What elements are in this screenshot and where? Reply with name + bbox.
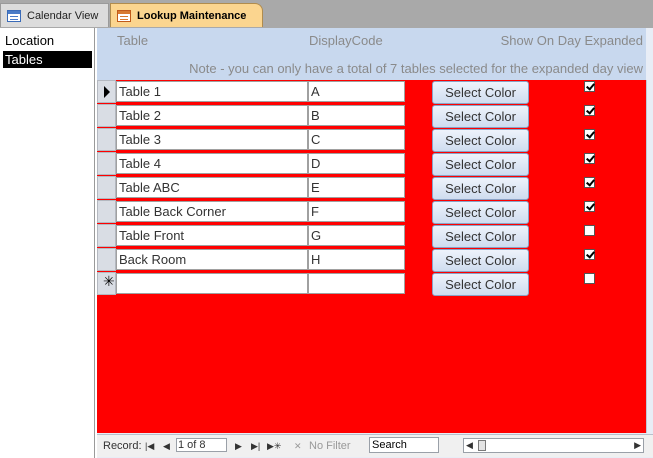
sidebar-item-tables[interactable]: Tables	[3, 51, 92, 68]
tab-label: Lookup Maintenance	[137, 9, 247, 22]
show-on-day-checkbox[interactable]	[584, 201, 595, 212]
show-on-day-checkbox[interactable]	[584, 177, 595, 188]
record-selector[interactable]	[97, 176, 116, 199]
table-name-field[interactable]: Table Back Corner	[116, 201, 308, 222]
last-record-icon[interactable]: ▶|	[251, 438, 260, 454]
record-selector[interactable]	[97, 80, 116, 103]
table-name-field[interactable]	[116, 273, 308, 294]
scroll-right-icon[interactable]: ▶	[634, 440, 641, 451]
record-selector[interactable]	[97, 200, 116, 223]
record-selector[interactable]: ✳	[97, 272, 116, 295]
form-icon	[7, 9, 21, 22]
filter-icon: ✕	[294, 441, 302, 451]
previous-record-icon[interactable]: ◀	[163, 438, 170, 454]
display-code-field[interactable]: A	[308, 81, 405, 102]
show-on-day-checkbox[interactable]	[584, 153, 595, 164]
sidebar-item-location[interactable]: Location	[3, 32, 92, 49]
select-color-button[interactable]: Select Color	[432, 177, 529, 200]
record-label: Record:	[103, 440, 142, 452]
record-navigation-bar: Record: |◀ ◀ 1 of 8 ▶ ▶| ▶✳ ✕ No Filter …	[97, 434, 653, 457]
column-header-display-code: DisplayCode	[309, 33, 383, 48]
table-name-field[interactable]: Table 2	[116, 105, 308, 126]
record-selector[interactable]	[97, 152, 116, 175]
show-on-day-checkbox[interactable]	[584, 225, 595, 236]
show-on-day-checkbox[interactable]	[584, 129, 595, 140]
next-record-icon[interactable]: ▶	[235, 438, 242, 454]
select-color-button[interactable]: Select Color	[432, 201, 529, 224]
show-on-day-checkbox[interactable]	[584, 81, 595, 92]
table-name-field[interactable]: Table Front	[116, 225, 308, 246]
display-code-field[interactable]: H	[308, 249, 405, 270]
no-filter-button[interactable]: No Filter	[309, 438, 351, 454]
select-color-button[interactable]: Select Color	[432, 273, 529, 296]
table-name-field[interactable]: Table 1	[116, 81, 308, 102]
show-on-day-checkbox[interactable]	[584, 249, 595, 260]
select-color-button[interactable]: Select Color	[432, 249, 529, 272]
horizontal-scrollbar[interactable]: ◀ ▶	[463, 438, 644, 453]
record-selector[interactable]	[97, 128, 116, 151]
record-selector[interactable]	[97, 224, 116, 247]
new-record-icon: ✳	[103, 274, 115, 290]
table-name-field[interactable]: Table 4	[116, 153, 308, 174]
record-selector[interactable]	[97, 104, 116, 127]
tab-calendar-view[interactable]: Calendar View	[0, 3, 109, 27]
first-record-icon[interactable]: |◀	[145, 438, 154, 454]
display-code-field[interactable]: D	[308, 153, 405, 174]
lookup-list: Location Tables	[0, 28, 95, 458]
scroll-left-icon[interactable]: ◀	[466, 440, 473, 451]
select-color-button[interactable]: Select Color	[432, 81, 529, 104]
form-icon	[117, 9, 131, 22]
document-tab-bar: Calendar View Lookup Maintenance	[0, 0, 653, 28]
show-on-day-checkbox[interactable]	[584, 105, 595, 116]
display-code-field[interactable]: B	[308, 105, 405, 126]
column-header-show-on-day-expanded: Show On Day Expanded	[500, 33, 643, 48]
select-color-button[interactable]: Select Color	[432, 105, 529, 128]
table-name-field[interactable]: Table ABC	[116, 177, 308, 198]
current-record-arrow-icon	[104, 86, 110, 98]
display-code-field[interactable]: C	[308, 129, 405, 150]
tables-subform: Table DisplayCode Show On Day Expanded N…	[97, 28, 653, 458]
column-header-table: Table	[117, 33, 149, 48]
expanded-view-note: Note - you can only have a total of 7 ta…	[189, 61, 643, 76]
display-code-field[interactable]	[308, 273, 405, 294]
scroll-thumb[interactable]	[478, 440, 486, 451]
tab-lookup-maintenance[interactable]: Lookup Maintenance	[110, 3, 263, 27]
current-record-field[interactable]: 1 of 8	[176, 438, 227, 452]
display-code-field[interactable]: F	[308, 201, 405, 222]
show-on-day-checkbox[interactable]	[584, 273, 595, 284]
table-name-field[interactable]: Back Room	[116, 249, 308, 270]
select-color-button[interactable]: Select Color	[432, 129, 529, 152]
vertical-scrollbar[interactable]	[646, 80, 653, 433]
record-selector[interactable]	[97, 248, 116, 271]
table-name-field[interactable]: Table 3	[116, 129, 308, 150]
search-input[interactable]: Search	[369, 437, 439, 453]
detail-section: Table 1 A Select Color Table 2 B Select …	[97, 80, 646, 433]
new-record-nav-icon[interactable]: ▶✳	[267, 438, 281, 454]
select-color-button[interactable]: Select Color	[432, 225, 529, 248]
select-color-button[interactable]: Select Color	[432, 153, 529, 176]
form-header: Table DisplayCode Show On Day Expanded N…	[97, 28, 646, 80]
tab-label: Calendar View	[27, 9, 99, 22]
display-code-field[interactable]: G	[308, 225, 405, 246]
display-code-field[interactable]: E	[308, 177, 405, 198]
